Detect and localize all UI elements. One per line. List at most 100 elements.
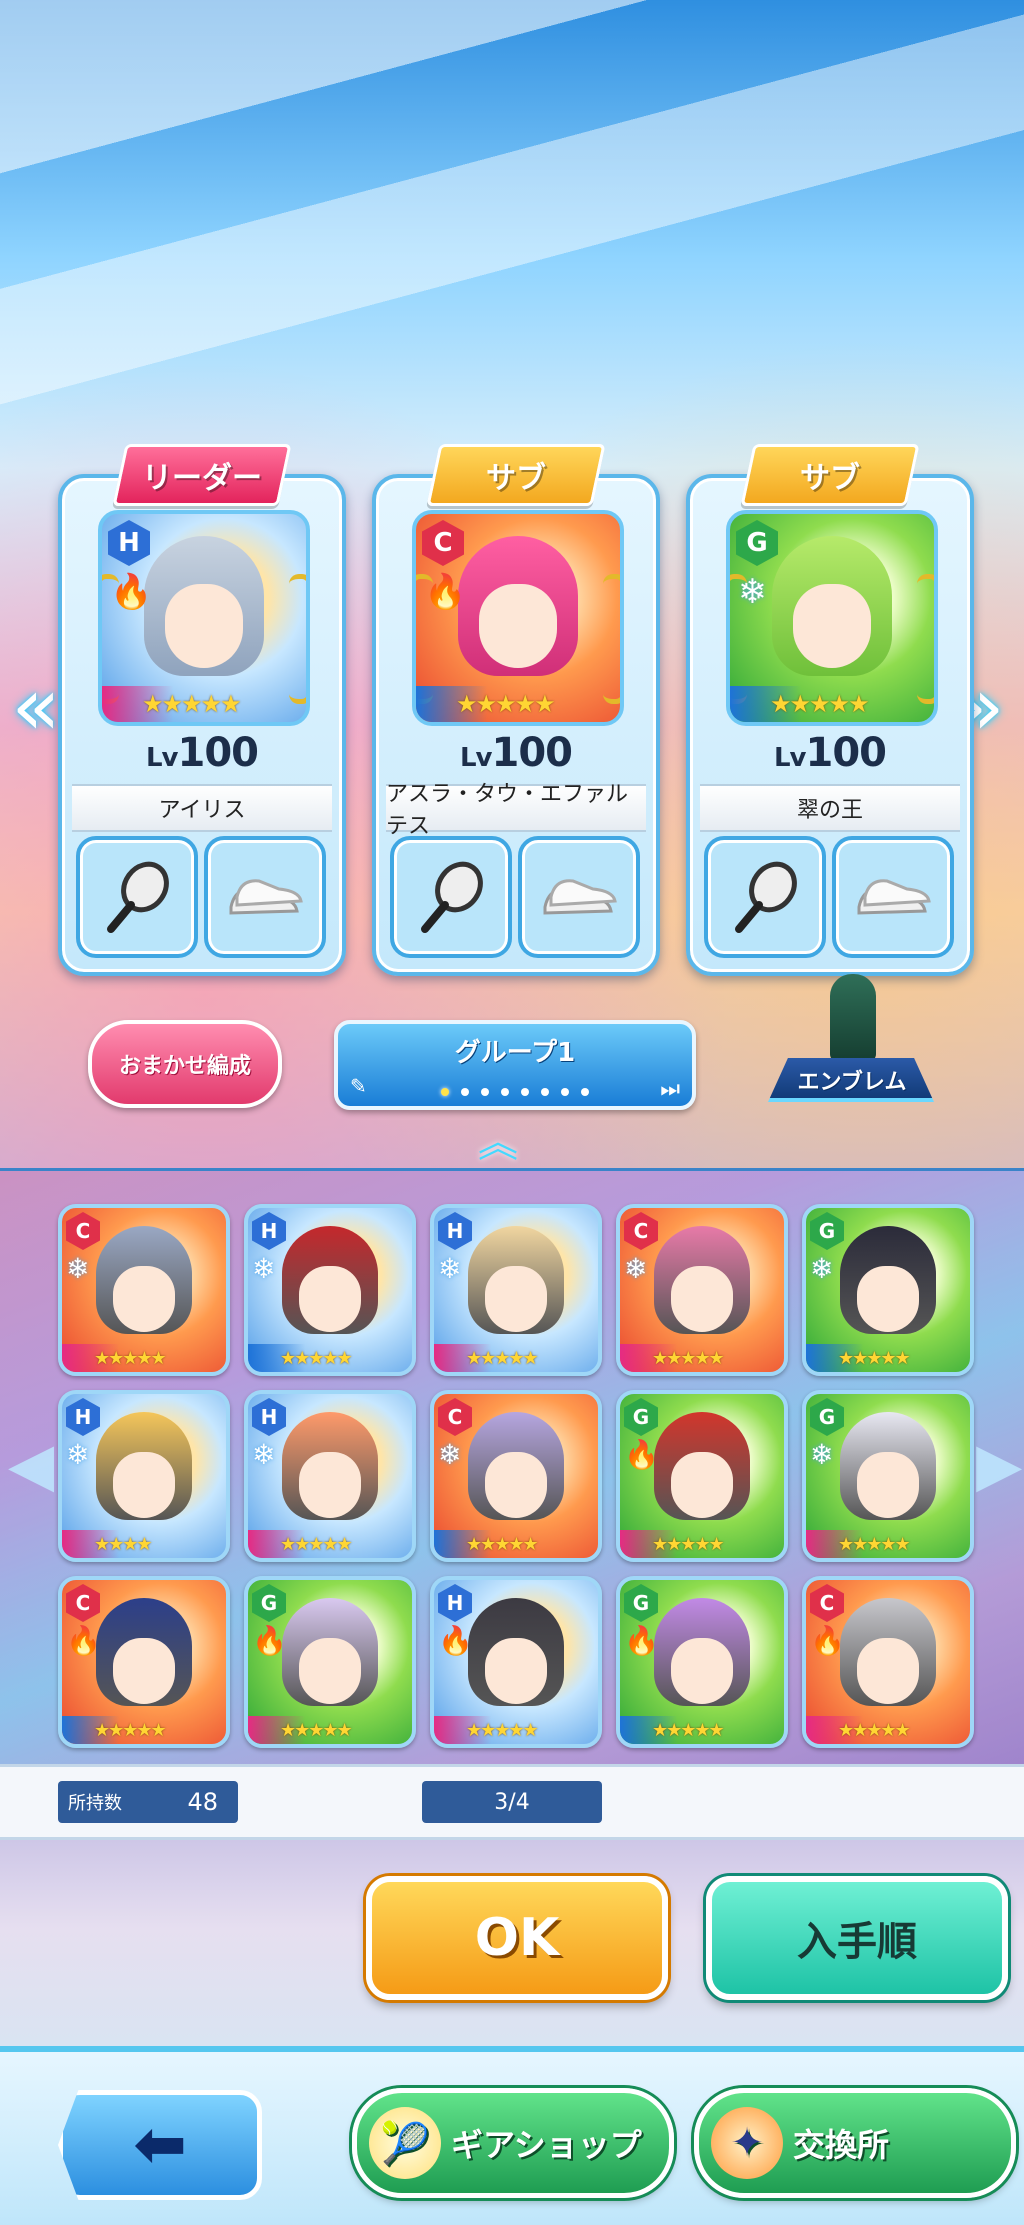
roster-character-card[interactable]: C ❄ ★★★★★ [58,1204,230,1376]
type-badge: C [66,1212,100,1250]
type-badge: H [252,1212,286,1250]
character-face [793,584,871,668]
element-icon: 🔥 [624,1624,659,1657]
racket-gear-slot[interactable] [390,836,512,958]
collapse-chevron-icon[interactable]: ︽ [478,1110,518,1168]
character-portrait[interactable]: H 🔥 ★★★★★ [98,510,310,726]
roster-character-card[interactable]: G 🔥 ★★★★★ [244,1576,416,1748]
roster-character-card[interactable]: H ❄ ★★★★ [58,1390,230,1562]
laurel-decoration [603,574,620,704]
star-rating: ★★★★★ [248,1716,412,1744]
roster-character-card[interactable]: G ❄ ★★★★★ [802,1390,974,1562]
character-face [671,1452,733,1518]
roster-character-card[interactable]: C 🔥 ★★★★★ [58,1576,230,1748]
shoes-icon [857,879,931,915]
team-card-sub-2[interactable]: サブ G ❄ ★★★★★ Lv100 翠の王 [686,444,974,976]
roster-character-card[interactable]: C ❄ ★★★★★ [430,1390,602,1562]
element-icon: ❄ [66,1252,90,1285]
character-name: アイリス [72,784,332,832]
element-icon: ❄ [810,1438,834,1471]
status-bar: 所持数 48 3/4 [0,1764,1024,1840]
type-badge: C [810,1584,844,1622]
emblem-label: エンブレム [797,1070,907,1095]
exchange-button[interactable]: ✦ 交換所 [694,2088,1016,2198]
laurel-decoration [289,574,306,704]
exchange-label: 交換所 [793,2126,890,2164]
type-badge: G [736,520,778,566]
group-selector[interactable]: グループ1 ✎ ⏭ [334,1020,696,1110]
character-face [165,584,243,668]
star-rating: ★★★★★ [806,1530,970,1558]
type-badge: H [438,1584,472,1622]
shoes-gear-slot[interactable] [832,836,954,958]
shoes-gear-slot[interactable] [518,836,640,958]
character-portrait[interactable]: C 🔥 ★★★★★ [412,510,624,726]
star-rating: ★★★★★ [102,686,306,722]
element-icon: 🔥 [810,1624,845,1657]
element-icon: ❄ [438,1438,462,1471]
owned-count: 48 [187,1788,218,1816]
exchange-coins-icon: ✦ [711,2107,783,2179]
star-rating: ★★★★★ [416,686,620,722]
type-badge: H [252,1398,286,1436]
page-dot [501,1088,509,1096]
roster-character-card[interactable]: H ❄ ★★★★★ [430,1204,602,1376]
star-rating: ★★★★★ [620,1530,784,1558]
laurel-decoration [416,574,433,704]
page-dot [541,1088,549,1096]
sort-order-button[interactable]: 入手順 [706,1876,1008,2000]
type-badge: G [810,1212,844,1250]
character-face [113,1266,175,1332]
ok-button[interactable]: OK [366,1876,668,2000]
owned-label: 所持数 [68,1793,122,1814]
roster-character-card[interactable]: G 🔥 ★★★★★ [616,1576,788,1748]
owned-count-box: 所持数 48 [58,1781,238,1823]
roster-character-card[interactable]: H ❄ ★★★★★ [244,1390,416,1562]
type-badge: G [624,1398,658,1436]
character-face [299,1266,361,1332]
star-rating: ★★★★★ [434,1344,598,1372]
level-display: Lv100 [459,730,573,776]
team-card-sub-1[interactable]: サブ C 🔥 ★★★★★ Lv100 アスラ・タウ・エファルテス [372,444,660,976]
racket-gear-slot[interactable] [76,836,198,958]
racket-icon [107,861,169,933]
type-badge: C [422,520,464,566]
laurel-decoration [730,574,747,704]
team-card-leader[interactable]: リーダー H 🔥 ★★★★★ Lv100 アイリス [58,444,346,976]
roster-next-arrow[interactable]: ▶ [976,1420,1022,1510]
character-face [299,1638,361,1704]
character-face [485,1638,547,1704]
skip-forward-icon[interactable]: ⏭ [660,1077,680,1102]
roster-character-card[interactable]: H 🔥 ★★★★★ [430,1576,602,1748]
gear-shop-button[interactable]: 🎾 ギアショップ [352,2088,674,2198]
roster-character-card[interactable]: C 🔥 ★★★★★ [802,1576,974,1748]
emblem-button[interactable]: エンブレム [752,970,952,1108]
character-face [857,1452,919,1518]
back-button[interactable]: ⬅ [58,2090,262,2200]
page-dot [561,1088,569,1096]
roster-character-card[interactable]: G ❄ ★★★★★ [802,1204,974,1376]
character-face [479,584,557,668]
racket-gear-slot[interactable] [704,836,826,958]
footer-bar: ⬅ 🎾 ギアショップ ✦ 交換所 [0,2046,1024,2225]
roster-character-card[interactable]: G 🔥 ★★★★★ [616,1390,788,1562]
character-face [113,1452,175,1518]
shoes-gear-slot[interactable] [204,836,326,958]
level-display: Lv100 [145,730,259,776]
roster-character-card[interactable]: C ❄ ★★★★★ [616,1204,788,1376]
group-page-dots [338,1088,692,1096]
character-portrait[interactable]: G ❄ ★★★★★ [726,510,938,726]
star-rating: ★★★★★ [434,1530,598,1558]
auto-formation-button[interactable]: おまかせ編成 [88,1020,282,1108]
back-arrow-icon: ⬅ [133,2108,187,2182]
role-tag-sub: サブ [740,444,920,506]
level-display: Lv100 [773,730,887,776]
page-dot [481,1088,489,1096]
star-rating: ★★★★ [62,1530,226,1558]
roster-prev-arrow[interactable]: ◀ [8,1420,54,1510]
laurel-decoration [917,574,934,704]
roster-character-card[interactable]: H ❄ ★★★★★ [244,1204,416,1376]
team-prev-arrow[interactable]: « [6,662,66,752]
star-rating: ★★★★★ [620,1716,784,1744]
star-rating: ★★★★★ [434,1716,598,1744]
